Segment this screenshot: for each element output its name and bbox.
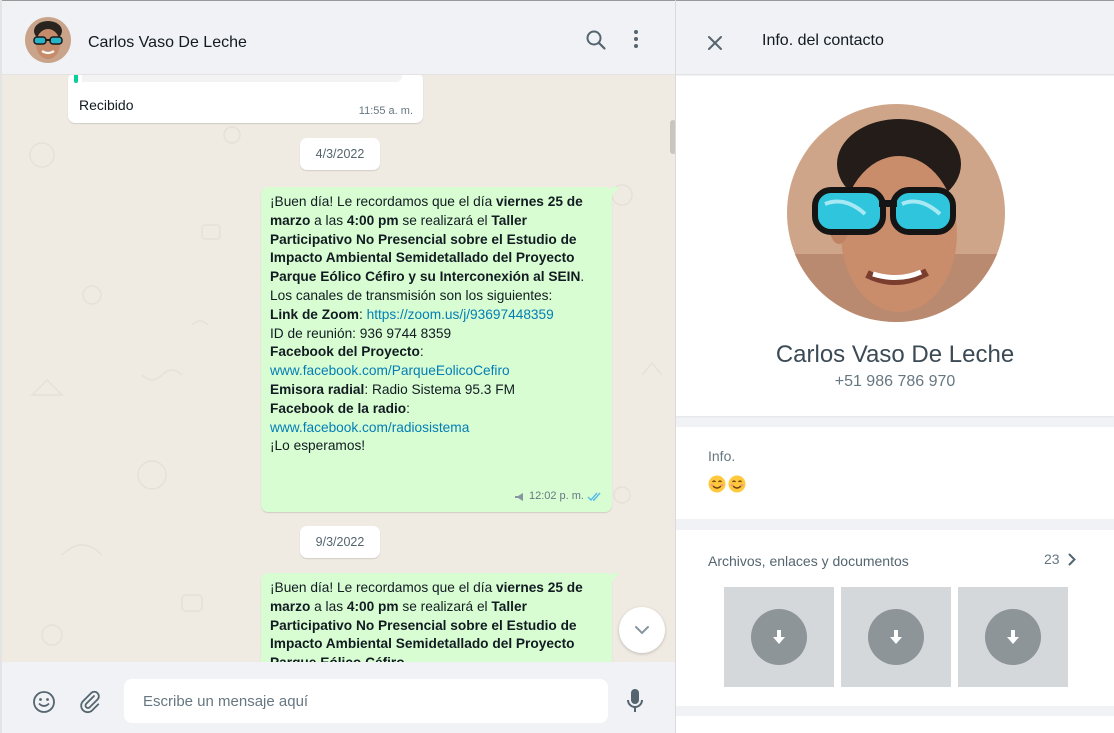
outgoing-message[interactable]: ¡Buen día! Le recordamos que el día vier… [261,187,619,512]
profile-name: Carlos Vaso De Leche [775,341,1015,368]
next-section [676,716,1114,733]
zoom-link[interactable]: https://zoom.us/j/93697448359 [367,307,554,322]
media-count: 23 [1044,551,1060,567]
message-bold-text: Link de Zoom [270,306,359,322]
media-section-label: Archivos, enlaces y documentos [708,553,909,569]
date-separator: 4/3/2022 [300,138,380,170]
message-bold-text: Facebook de la radio [270,400,407,416]
chat-panel: Carlos Vaso De Leche Recibido 11:55 a. m… [0,0,676,733]
incoming-message[interactable]: Recibido 11:55 a. m. [68,75,423,123]
download-icon [985,609,1041,665]
profile-photo[interactable] [787,104,1005,322]
message-text: a las [310,598,347,614]
close-icon[interactable] [707,35,723,56]
media-count-link[interactable]: 23 [1044,551,1076,567]
media-thumbnail[interactable] [958,587,1068,687]
incoming-message-text: Recibido [79,97,134,113]
message-composer [2,662,675,733]
smile-emoji-icon [728,475,746,493]
broadcast-icon [514,492,523,501]
facebook-radio-link[interactable]: www.facebook.com/radiosistema [270,420,469,435]
about-section: Info. [676,427,1114,519]
chat-contact-name[interactable]: Carlos Vaso De Leche [88,34,247,52]
contact-info-title: Info. del contacto [762,32,884,49]
search-icon[interactable] [585,29,607,56]
mic-icon[interactable] [626,688,644,719]
message-input[interactable] [124,679,608,723]
bubble-tail [611,573,619,583]
attach-icon[interactable] [78,690,102,719]
message-text: ID de reunión: 936 9744 8359 [270,325,452,341]
media-thumbnail[interactable] [724,587,834,687]
contact-avatar[interactable] [25,17,71,63]
message-text: se realizará el [398,598,492,614]
emoji-icon[interactable] [32,690,56,719]
message-bold-text: 4:00 pm [346,212,399,228]
quoted-message-bar [74,75,78,83]
contact-info-panel: Info. del contacto Carlos Vaso De Leche … [676,0,1114,733]
message-text: Los canales de transmisión son los sigui… [270,287,553,303]
download-icon [868,609,924,665]
smile-emoji-icon [708,475,726,493]
contact-info-header: Info. del contacto [676,0,1114,75]
message-text: . [580,269,585,285]
message-text: ¡Buen día! Le recordamos que el día [270,580,496,595]
chevron-right-icon [1068,553,1076,565]
media-thumbnail[interactable] [841,587,951,687]
chevron-down-icon [635,626,649,635]
message-text: se realizará el [398,212,492,228]
profile-card: Carlos Vaso De Leche +51 986 786 970 [676,76,1114,416]
outgoing-message[interactable]: ¡Buen día! Le recordamos que el día vier… [261,573,619,662]
message-bold-text: Facebook del Proyecto [270,344,420,360]
about-text [708,475,746,493]
message-list[interactable]: Recibido 11:55 a. m. 4/3/2022 ¡Buen día!… [2,75,675,662]
date-separator: 9/3/2022 [300,526,380,558]
quoted-message[interactable] [82,75,402,82]
message-time: 12:02 p. m. [528,490,584,503]
message-bold-text: Emisora radial [270,381,365,397]
double-check-icon [587,492,601,501]
profile-phone: +51 986 786 970 [834,373,956,390]
about-label: Info. [708,448,736,464]
chat-header[interactable]: Carlos Vaso De Leche [2,0,675,75]
message-bold-text: 4:00 pm [346,598,399,614]
facebook-project-link[interactable]: www.facebook.com/ParqueEolicoCefiro [270,363,510,378]
message-text: a las [310,212,347,228]
download-icon [751,609,807,665]
message-meta: 12:02 p. m. [514,487,603,506]
media-section: Archivos, enlaces y documentos 23 [676,530,1114,706]
message-text: : Radio Sistema 95.3 FM [364,381,515,397]
message-text: ¡Lo esperamos! [270,438,366,454]
incoming-message-time: 11:55 a. m. [358,105,413,117]
message-text: ¡Buen día! Le recordamos que el día [270,194,496,209]
menu-icon[interactable] [632,29,640,56]
scroll-to-bottom-button[interactable] [619,607,665,653]
bubble-tail [611,187,619,197]
